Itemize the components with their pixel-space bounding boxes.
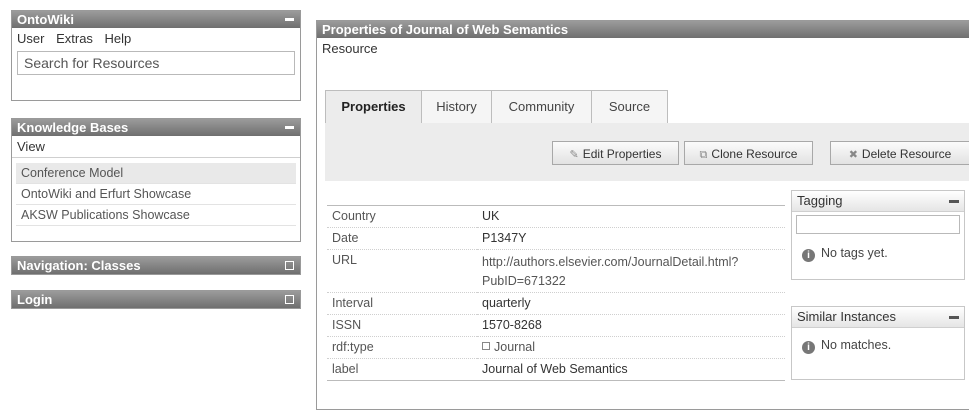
tab-source[interactable]: Source [591, 90, 668, 123]
tagging-header: Tagging [792, 191, 964, 212]
clone-resource-label: Clone Resource [711, 147, 798, 161]
table-row: Interval quarterly [327, 292, 785, 315]
menu-resource[interactable]: Resource [322, 41, 378, 56]
knowledge-bases-panel: Knowledge Bases View Conference Model On… [11, 118, 301, 242]
similar-instances-box: Similar Instances i No matches. [791, 306, 965, 380]
property-value[interactable]: http://authors.elsevier.com/JournalDetai… [477, 249, 785, 293]
table-row: label Journal of Web Semantics [327, 358, 785, 381]
resource-menu: Resource [317, 38, 969, 59]
info-icon: i [802, 341, 815, 354]
table-row: Date P1347Y [327, 227, 785, 250]
table-row: rdf:type Journal [327, 336, 785, 359]
menu-view[interactable]: View [17, 139, 45, 154]
property-key: Country [327, 205, 477, 228]
property-key: Interval [327, 292, 477, 315]
url-line-1[interactable]: http://authors.elsevier.com/JournalDetai… [482, 253, 785, 272]
login-header[interactable]: Login [12, 291, 300, 308]
login-title: Login [17, 292, 53, 307]
clone-resource-button[interactable]: ⧉ Clone Resource [684, 141, 813, 165]
kb-item-ontowiki-erfurt[interactable]: OntoWiki and Erfurt Showcase [16, 184, 296, 205]
property-value[interactable]: Journal of Web Semantics [477, 358, 785, 381]
knowledge-bases-header: Knowledge Bases [12, 119, 300, 136]
property-key: Date [327, 227, 477, 250]
menu-help[interactable]: Help [105, 31, 132, 46]
action-toolbar: ✎ Edit Properties ⧉ Clone Resource ✖ Delete… [325, 123, 969, 181]
navigation-classes-header[interactable]: Navigation: Classes [12, 257, 300, 274]
pencil-icon: ✎ [569, 149, 579, 161]
delete-resource-label: Delete Resource [861, 147, 952, 161]
table-row: URL http://authors.elsevier.com/JournalD… [327, 249, 785, 293]
similar-message: i No matches. [792, 328, 964, 354]
minimize-icon[interactable] [285, 18, 294, 21]
kb-item-conference-model[interactable]: Conference Model [16, 163, 296, 184]
similar-instances-title: Similar Instances [797, 309, 896, 324]
minimize-icon[interactable] [949, 200, 959, 203]
property-value[interactable]: Journal [477, 336, 785, 359]
maximize-icon[interactable] [285, 295, 294, 304]
url-line-2[interactable]: PubID=671322 [482, 272, 785, 291]
properties-title: Properties of Journal of Web Semantics [322, 22, 569, 37]
properties-panel: Properties of Journal of Web Semantics R… [316, 20, 969, 410]
search-input[interactable]: Search for Resources [17, 51, 295, 75]
minimize-icon[interactable] [285, 126, 294, 129]
tag-input[interactable] [796, 215, 960, 234]
property-value[interactable]: P1347Y [477, 227, 785, 250]
edit-properties-button[interactable]: ✎ Edit Properties [552, 141, 679, 165]
tab-properties[interactable]: Properties [325, 90, 422, 124]
delete-resource-button[interactable]: ✖ Delete Resource [830, 141, 969, 165]
property-key: label [327, 358, 477, 381]
tagging-box: Tagging i No tags yet. [791, 190, 965, 280]
property-key: ISSN [327, 314, 477, 337]
type-value[interactable]: Journal [494, 340, 535, 354]
tab-history[interactable]: History [421, 90, 492, 123]
tab-community[interactable]: Community [491, 90, 592, 123]
table-row: Country UK [327, 205, 785, 228]
minimize-icon[interactable] [949, 316, 959, 319]
property-key: rdf:type [327, 336, 477, 359]
similar-message-text: No matches. [821, 338, 892, 352]
maximize-icon[interactable] [285, 261, 294, 270]
menu-user[interactable]: User [17, 31, 44, 46]
ontowiki-menu: User Extras Help [12, 28, 300, 49]
class-icon [482, 342, 490, 350]
property-key: URL [327, 249, 477, 293]
property-value[interactable]: 1570-8268 [477, 314, 785, 337]
login-panel: Login [11, 290, 301, 309]
ontowiki-title: OntoWiki [17, 12, 74, 27]
properties-table: Country UK Date P1347Y URL http://author… [327, 205, 785, 381]
ontowiki-panel: OntoWiki User Extras Help Search for Res… [11, 10, 301, 101]
kb-item-aksw-publications[interactable]: AKSW Publications Showcase [16, 205, 296, 226]
knowledge-bases-title: Knowledge Bases [17, 120, 129, 135]
navigation-classes-panel: Navigation: Classes [11, 256, 301, 275]
table-row: ISSN 1570-8268 [327, 314, 785, 337]
tagging-title: Tagging [797, 193, 843, 208]
property-value[interactable]: quarterly [477, 292, 785, 315]
info-icon: i [802, 249, 815, 262]
property-value[interactable]: UK [477, 205, 785, 228]
properties-panel-header: Properties of Journal of Web Semantics [317, 21, 969, 38]
tagging-message-text: No tags yet. [821, 246, 888, 260]
edit-properties-label: Edit Properties [582, 147, 662, 161]
menu-extras[interactable]: Extras [56, 31, 93, 46]
ontowiki-panel-header: OntoWiki [12, 11, 300, 28]
x-icon: ✖ [848, 149, 858, 161]
similar-instances-header: Similar Instances [792, 307, 964, 328]
navigation-classes-title: Navigation: Classes [17, 258, 141, 273]
clone-icon: ⧉ [699, 149, 708, 161]
kb-menu: View [12, 136, 300, 158]
tagging-message: i No tags yet. [792, 237, 964, 262]
